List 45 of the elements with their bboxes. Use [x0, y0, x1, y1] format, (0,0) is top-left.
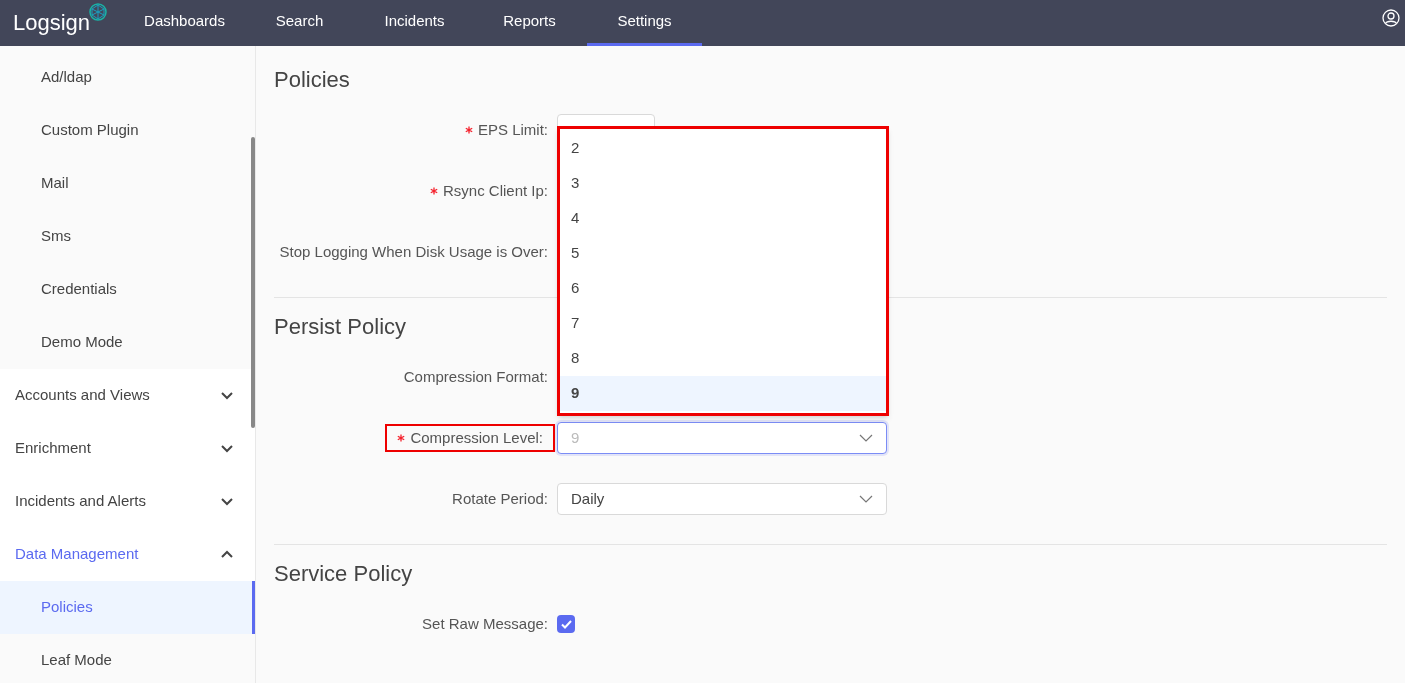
field-label: Rotate Period:: [452, 488, 548, 509]
dropdown-option[interactable]: 3: [560, 166, 886, 201]
nav-tab[interactable]: Search: [242, 0, 357, 46]
chevron-up-icon: [221, 550, 233, 559]
scrollbar-thumb[interactable]: [251, 137, 255, 428]
dropdown-option[interactable]: 9: [560, 376, 886, 411]
field-label: EPS Limit:: [464, 118, 548, 142]
chevron-down-icon: [221, 497, 233, 506]
user-icon: [1382, 9, 1400, 27]
section-title: Policies: [274, 66, 350, 94]
logo-text: Logsign: [13, 12, 91, 34]
nav-tab[interactable]: Reports: [472, 0, 587, 46]
network-logo-icon: [88, 2, 108, 22]
section-title: Persist Policy: [274, 313, 407, 341]
field-label: Compression Format:: [403, 366, 548, 387]
section-title: Service Policy: [274, 560, 413, 588]
chevron-down-icon: [859, 434, 873, 442]
dropdown-option[interactable]: 5: [560, 236, 886, 271]
dropdown-option[interactable]: 8: [560, 341, 886, 376]
sidebar-group[interactable]: Enrichment: [15, 437, 91, 460]
chevron-down-icon: [221, 391, 233, 400]
field-label: Stop Logging When Disk Usage is Over:: [279, 241, 548, 262]
dropdown-option[interactable]: 4: [560, 201, 886, 236]
sidebar-item[interactable]: Ad/ldap: [0, 51, 255, 104]
dropdown-option[interactable]: 7: [560, 306, 886, 341]
select-field[interactable]: Daily: [557, 483, 887, 515]
nav-tab[interactable]: Dashboards: [127, 0, 242, 46]
nav-tab[interactable]: Settings: [587, 0, 702, 46]
field-label: Set Raw Message:: [422, 613, 548, 634]
sidebar-item[interactable]: Mail: [0, 157, 255, 210]
nav-tab[interactable]: Incidents: [357, 0, 472, 46]
sidebar-item[interactable]: Policies: [0, 581, 255, 634]
field-label: Rsync Client Ip:: [429, 179, 548, 203]
sidebar-item[interactable]: Sms: [0, 210, 255, 263]
chevron-down-icon: [859, 495, 873, 503]
sidebar-item[interactable]: Demo Mode: [0, 316, 255, 369]
chevron-down-icon: [221, 444, 233, 453]
highlighted-field-label: Compression Level:: [385, 424, 555, 452]
dropdown-option[interactable]: 6: [560, 271, 886, 306]
dropdown-option[interactable]: 2: [560, 131, 886, 166]
checkmark-icon: [560, 619, 572, 629]
sidebar-item[interactable]: Leaf Mode: [0, 634, 255, 683]
checkbox[interactable]: [557, 615, 575, 633]
sidebar-item[interactable]: Credentials: [0, 263, 255, 316]
sidebar-item[interactable]: Custom Plugin: [0, 104, 255, 157]
